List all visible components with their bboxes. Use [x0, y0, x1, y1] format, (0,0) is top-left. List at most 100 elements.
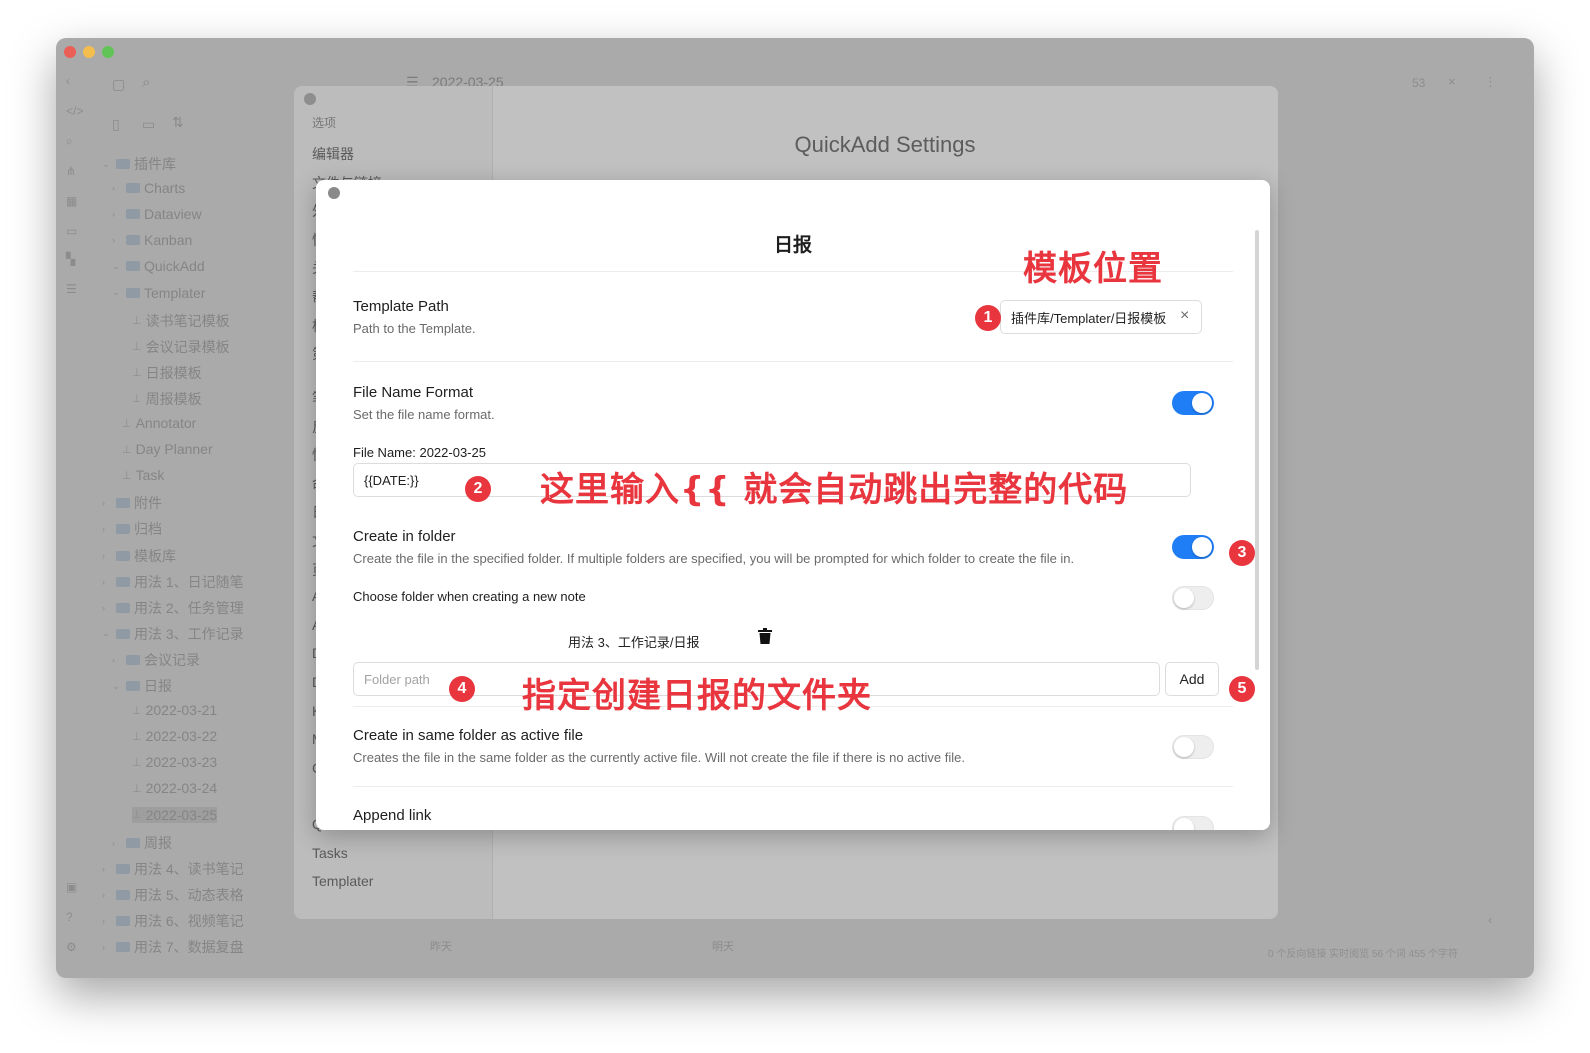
tree-folder[interactable]: › 模板库 [102, 546, 176, 566]
chevron-icon[interactable]: › [102, 498, 112, 508]
settings-close-button[interactable] [304, 93, 316, 105]
folder-icon[interactable]: ▢ [112, 76, 125, 93]
tree-folder[interactable]: ⌄ 日报 [112, 676, 172, 696]
window-minimize-button[interactable] [83, 46, 95, 58]
tree-folder[interactable]: › 用法 6、视频笔记 [102, 911, 244, 931]
footer-yesterday: 昨天 [430, 941, 452, 953]
tree-folder[interactable]: › 用法 4、读书笔记 [102, 859, 244, 879]
chevron-icon[interactable]: › [112, 183, 122, 193]
chevron-icon[interactable]: › [112, 655, 122, 665]
tree-folder[interactable]: ⌄ QuickAdd [112, 258, 205, 274]
tree-file[interactable]: ⊥ 日报模板 [132, 363, 202, 383]
settings-nav-item[interactable]: Templater [312, 873, 373, 889]
append-link-toggle[interactable] [1172, 816, 1214, 830]
tree-item-label: 用法 2、任务管理 [134, 599, 244, 616]
gear-icon[interactable]: ⚙ [66, 940, 77, 954]
clear-icon[interactable]: × [1180, 307, 1189, 325]
chevron-icon[interactable]: › [102, 577, 112, 587]
tree-folder[interactable]: › Kanban [112, 232, 192, 248]
vault-icon[interactable]: ▣ [66, 880, 77, 894]
tree-file[interactable]: ⊥ 2022-03-24 [132, 780, 217, 796]
code-icon[interactable]: </> [66, 104, 83, 118]
tree-item-label: Annotator [135, 415, 197, 431]
chevron-icon[interactable]: › [102, 916, 112, 926]
chevron-icon[interactable]: ⌄ [112, 287, 122, 298]
choose-folder-toggle[interactable] [1172, 586, 1214, 610]
badge-4: 4 [449, 676, 475, 702]
chevron-icon[interactable]: › [102, 603, 112, 613]
chevron-icon[interactable]: › [102, 890, 112, 900]
tree-folder[interactable]: › 附件 [102, 493, 162, 513]
settings-nav-item[interactable]: 编辑器 [312, 144, 354, 164]
template-path-desc: Path to the Template. [353, 321, 476, 336]
calendar-icon[interactable]: ▦ [66, 194, 77, 208]
modal-close-button[interactable] [328, 187, 340, 199]
settings-nav-item[interactable]: Tasks [312, 845, 348, 861]
chevron-icon[interactable]: ⌄ [112, 681, 122, 692]
collapse-icon[interactable]: ‹ [1488, 912, 1492, 927]
search-icon[interactable]: ⌕ [142, 74, 150, 91]
settings-title: QuickAdd Settings [794, 132, 976, 157]
tree-file[interactable]: ⊥ 会议记录模板 [132, 337, 230, 357]
trash-icon[interactable] [758, 628, 772, 649]
new-folder-icon[interactable]: ▭ [142, 116, 155, 133]
tree-file[interactable]: ⊥ 2022-03-23 [132, 754, 217, 770]
chevron-icon[interactable]: › [102, 524, 112, 534]
chevron-icon[interactable]: ⌄ [112, 261, 122, 272]
annotation-template-location: 模板位置 [1023, 249, 1163, 289]
tree-folder[interactable]: › 用法 1、日记随笔 [102, 572, 244, 592]
graph-icon[interactable]: ⋔ [66, 164, 76, 178]
create-in-folder-toggle[interactable] [1172, 535, 1214, 559]
tree-folder[interactable]: ⌄ Templater [112, 285, 205, 301]
tree-file[interactable]: ⊥ Annotator [122, 415, 196, 431]
new-note-icon[interactable]: ▯ [112, 116, 120, 133]
tree-folder[interactable]: › Charts [112, 180, 185, 196]
add-folder-button[interactable]: Add [1165, 662, 1219, 696]
tree-folder[interactable]: › 会议记录 [112, 650, 200, 670]
tree-file[interactable]: ⊥ 2022-03-25 [132, 806, 218, 823]
file-name-format-toggle[interactable] [1172, 391, 1214, 415]
back-icon[interactable]: ‹ [66, 74, 70, 88]
tree-folder[interactable]: › 归档 [102, 519, 162, 539]
template-path-input[interactable]: 插件库/Templater/日报模板 [1000, 300, 1202, 334]
tree-file[interactable]: ⊥ Day Planner [122, 441, 213, 457]
tree-item-label: 会议记录 [144, 651, 200, 668]
help-icon[interactable]: ? [66, 910, 73, 924]
window-close-button[interactable] [64, 46, 76, 58]
sort-icon[interactable]: ⇅ [172, 114, 184, 131]
tree-file[interactable]: ⊥ 2022-03-21 [132, 702, 217, 718]
tree-folder[interactable]: › 用法 5、动态表格 [102, 885, 244, 905]
list-icon[interactable]: ☰ [66, 282, 77, 296]
tree-folder[interactable]: ⌄ 用法 3、工作记录 [102, 624, 244, 644]
tree-folder[interactable]: ⌄ 插件库 [102, 154, 176, 174]
more-icon[interactable]: ⋮ [1484, 74, 1497, 90]
chevron-icon[interactable]: › [102, 551, 112, 561]
grid-icon[interactable]: ▚ [66, 252, 75, 266]
image-icon[interactable]: ▭ [66, 224, 77, 238]
chevron-icon[interactable]: ⌄ [102, 628, 112, 639]
chevron-icon[interactable]: › [112, 209, 122, 219]
tree-folder[interactable]: › 周报 [112, 833, 172, 853]
same-folder-toggle[interactable] [1172, 735, 1214, 759]
tree-file[interactable]: ⊥ 周报模板 [132, 389, 202, 409]
file-icon: ⊥ [122, 417, 132, 430]
tree-folder[interactable]: › Dataview [112, 206, 202, 222]
tree-item-label: Task [135, 467, 165, 484]
tree-file[interactable]: ⊥ 2022-03-22 [132, 728, 217, 744]
chevron-icon[interactable]: › [112, 235, 122, 245]
tree-folder[interactable]: › 用法 2、任务管理 [102, 598, 244, 618]
file-icon: ⊥ [132, 393, 142, 406]
tree-file[interactable]: ⊥ 读书笔记模板 [132, 311, 230, 331]
badge-1: 1 [975, 305, 1001, 331]
chevron-icon[interactable]: › [102, 942, 112, 952]
search-icon[interactable]: ⌕ [66, 134, 73, 149]
folder-icon [116, 550, 130, 561]
modal-scrollbar[interactable] [1255, 230, 1259, 670]
chevron-icon[interactable]: › [102, 864, 112, 874]
close-icon[interactable]: × [1448, 74, 1456, 89]
window-maximize-button[interactable] [102, 46, 114, 58]
tree-file[interactable]: ⊥ Task [122, 467, 164, 483]
chevron-icon[interactable]: ⌄ [102, 159, 112, 170]
tree-folder[interactable]: › 用法 7、数据复盘 [102, 937, 244, 957]
chevron-icon[interactable]: › [112, 838, 122, 848]
